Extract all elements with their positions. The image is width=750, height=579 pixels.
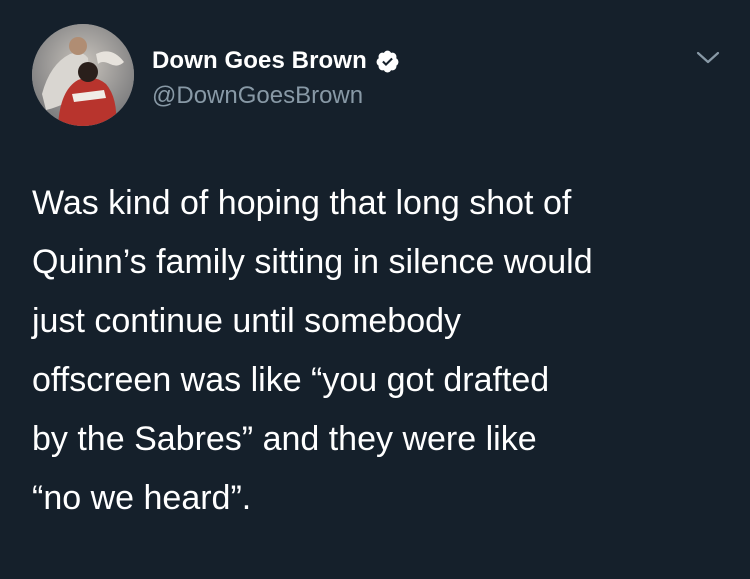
chevron-down-icon[interactable] — [694, 48, 722, 68]
avatar[interactable] — [32, 24, 134, 126]
avatar-image — [32, 24, 134, 126]
verified-badge-icon — [375, 49, 400, 74]
author-display-name[interactable]: Down Goes Brown — [152, 47, 367, 75]
author-handle[interactable]: @DownGoesBrown — [152, 82, 363, 110]
tweet-text: Was kind of hoping that long shot of Qui… — [32, 184, 593, 517]
tweet-card: Down Goes Brown @DownGoesBrown Was kind … — [0, 0, 750, 579]
author-name-row[interactable]: Down Goes Brown — [152, 44, 400, 78]
